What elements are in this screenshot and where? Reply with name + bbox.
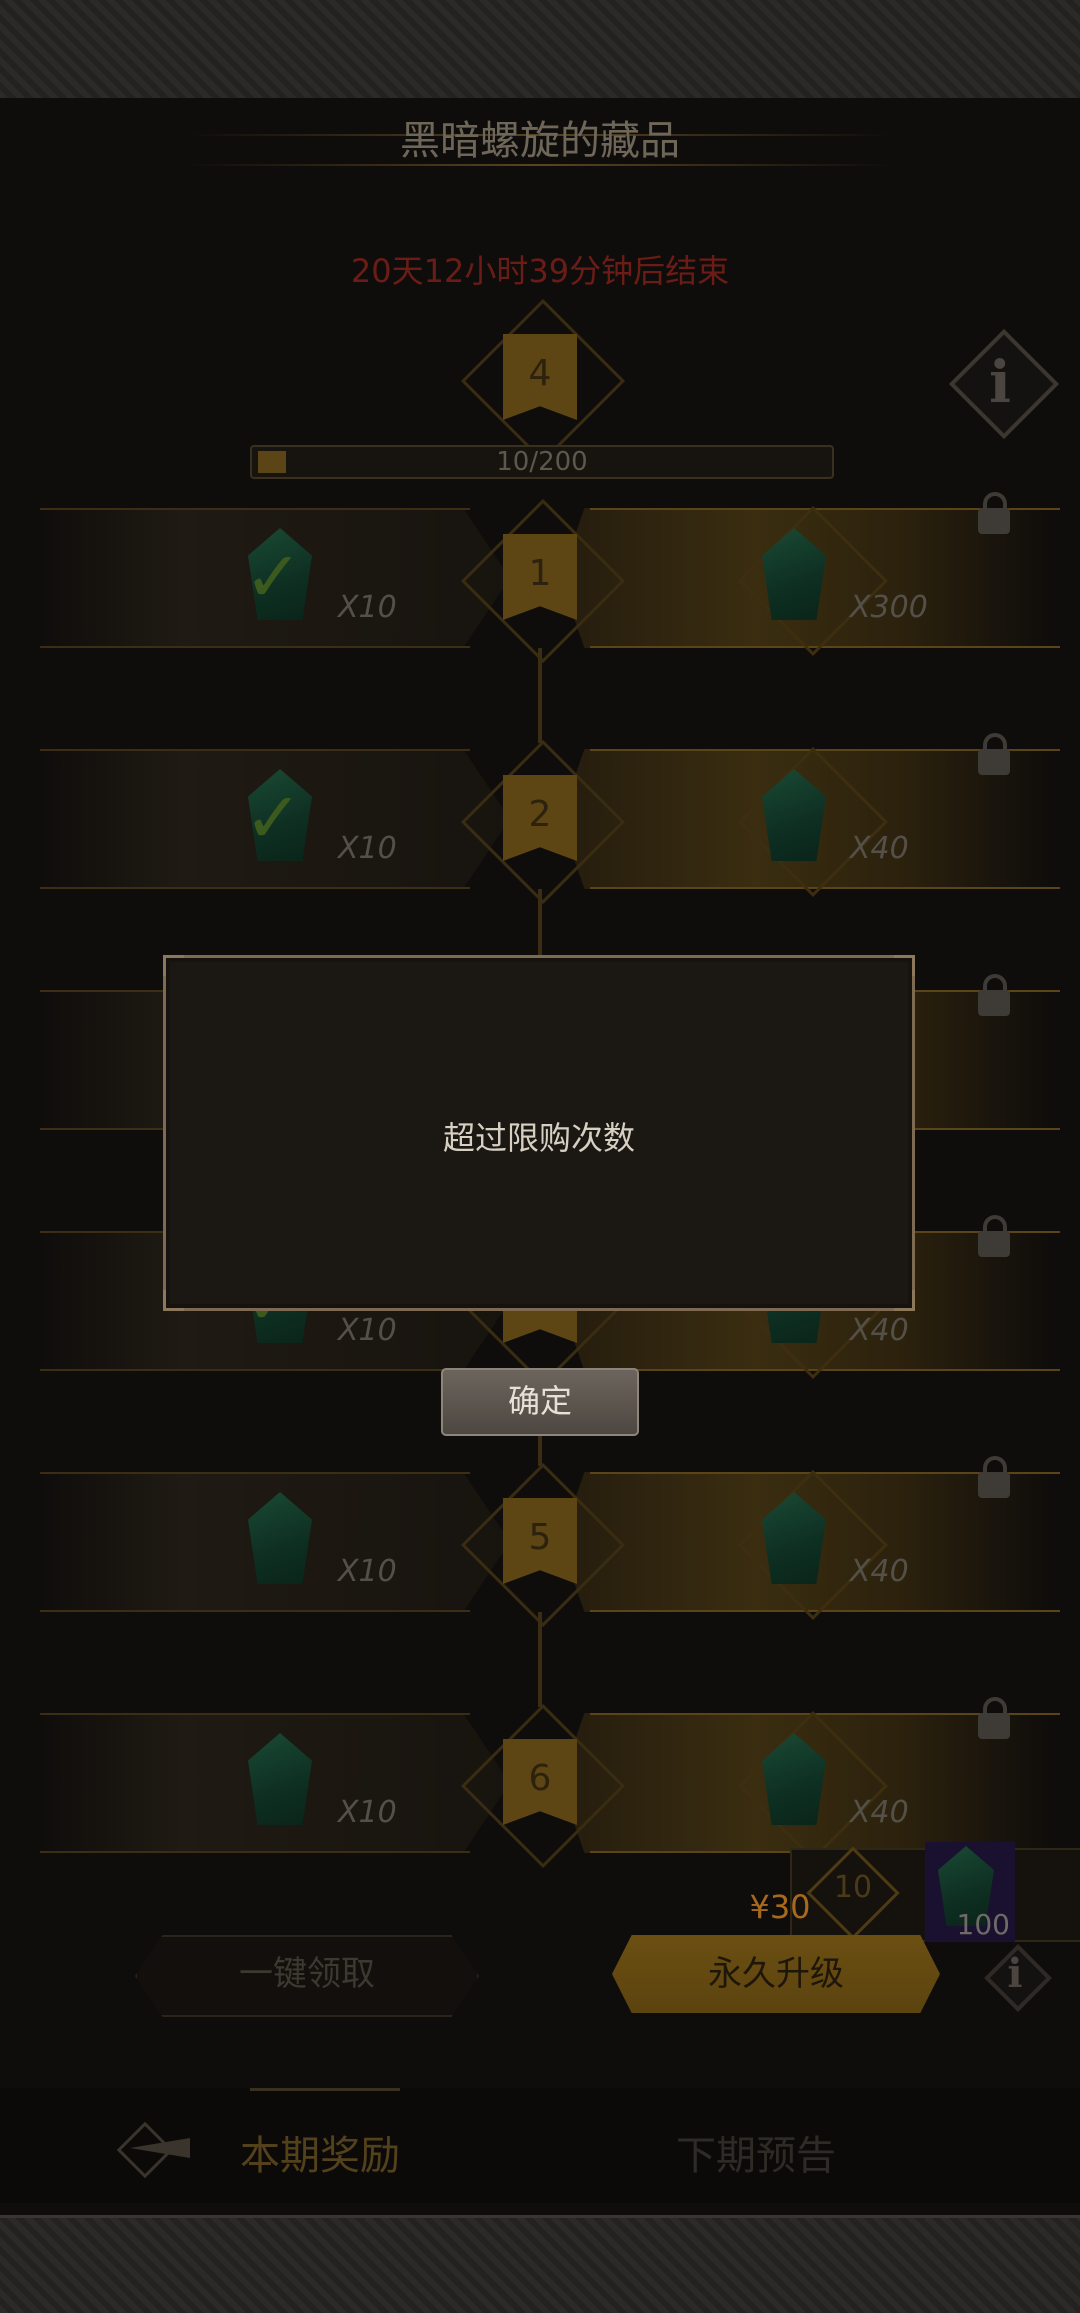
bottom-frame — [0, 2215, 1080, 2313]
premium-reward-qty: X40 — [850, 1313, 909, 1348]
free-reward-qty: X10 — [338, 590, 397, 625]
lock-icon — [978, 974, 1010, 1016]
title-ornament-bottom — [190, 164, 890, 166]
lock-icon — [978, 1697, 1010, 1739]
tab-next-preview[interactable]: 下期预告 — [676, 2123, 836, 2181]
purchase-limit-dialog: 超过限购次数 — [163, 955, 915, 1311]
reward-row: X10 X40 5 — [0, 1456, 1080, 1628]
reward-row: X10 X40 2 ✓ — [0, 733, 1080, 905]
free-reward-qty: X10 — [338, 1313, 397, 1348]
free-reward-qty: X10 — [338, 831, 397, 866]
next-milestone-chip[interactable]: 10 100 — [790, 1842, 1080, 1946]
check-icon: ✓ — [244, 536, 303, 618]
milestone-level: 10 — [833, 1870, 873, 1905]
info-icon[interactable]: i — [988, 348, 1012, 416]
track-connector — [538, 648, 542, 743]
free-reward-qty: X10 — [338, 1795, 397, 1830]
lock-icon — [978, 1215, 1010, 1257]
lock-icon — [978, 1456, 1010, 1498]
milestone-qty: 100 — [956, 1908, 1010, 1941]
track-connector — [538, 1612, 542, 1707]
lock-icon — [978, 733, 1010, 775]
level-progress-text: 10/200 — [496, 447, 588, 477]
level-progress-bar: 10/200 — [250, 445, 834, 479]
premium-reward-qty: X300 — [850, 590, 928, 625]
countdown-text: 20天12小时39分钟后结束 — [350, 252, 730, 290]
permanent-upgrade-button[interactable]: 永久升级 — [612, 1935, 940, 2013]
claim-all-button[interactable]: 一键领取 — [135, 1935, 479, 2017]
free-reward-qty: X10 — [338, 1554, 397, 1589]
top-frame — [0, 0, 1080, 101]
dialog-message: 超过限购次数 — [442, 1119, 635, 1157]
reward-row: X10 X300 1 ✓ — [0, 492, 1080, 664]
premium-reward-qty: X40 — [850, 1795, 909, 1830]
check-icon: ✓ — [244, 777, 303, 859]
back-button[interactable] — [40, 2098, 190, 2198]
upgrade-price: ¥30 — [749, 1888, 811, 1926]
reward-row: X10 X40 6 — [0, 1697, 1080, 1869]
tab-current-rewards[interactable]: 本期奖励 — [240, 2123, 400, 2181]
premium-reward-qty: X40 — [850, 831, 909, 866]
premium-reward-qty: X40 — [850, 1554, 909, 1589]
lock-icon — [978, 492, 1010, 534]
page-title: 黑暗螺旋的藏品 — [400, 118, 680, 164]
confirm-button[interactable]: 确定 — [441, 1368, 639, 1436]
upgrade-info-icon[interactable]: i — [1006, 1950, 1024, 1997]
